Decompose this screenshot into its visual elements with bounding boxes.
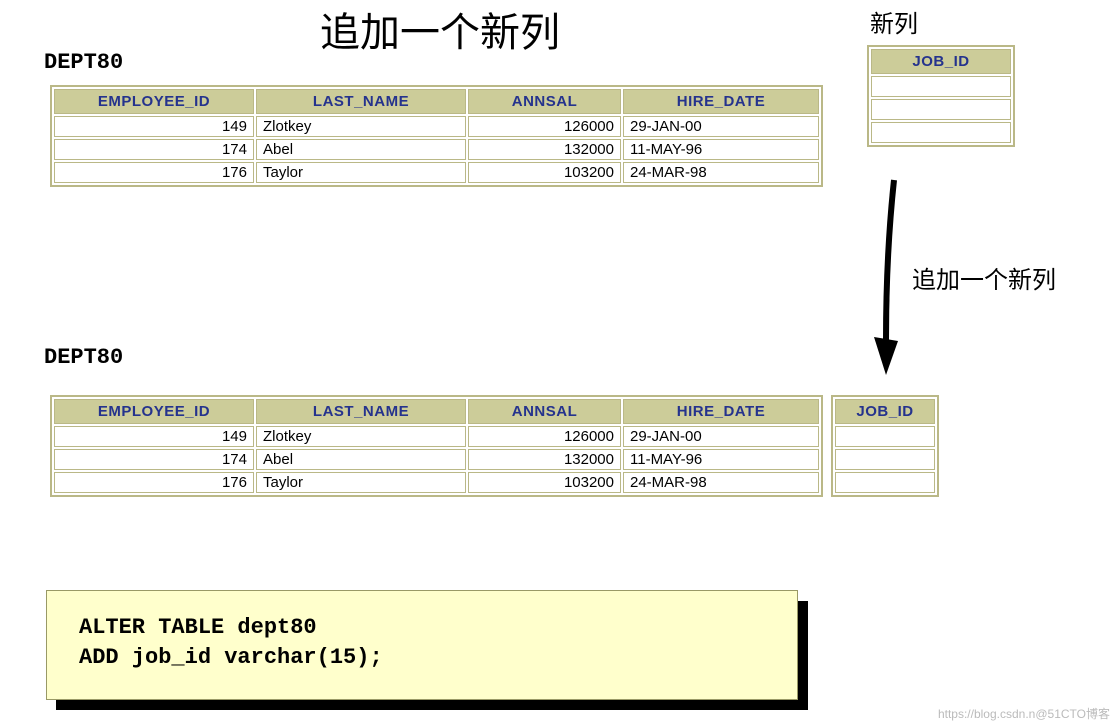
table-cell: 126000 bbox=[468, 116, 621, 137]
col-header-jobid: JOB_ID bbox=[835, 399, 935, 424]
table-cell: 176 bbox=[54, 472, 254, 493]
col-header-employee-id: EMPLOYEE_ID bbox=[54, 399, 254, 424]
sql-code-box: ALTER TABLE dept80 ADD job_id varchar(15… bbox=[46, 590, 798, 700]
page-title: 追加一个新列 bbox=[320, 0, 560, 58]
table-cell: Zlotkey bbox=[256, 426, 466, 447]
table-cell: 103200 bbox=[468, 162, 621, 183]
table-cell bbox=[871, 122, 1011, 143]
table-name-label-top: DEPT80 bbox=[44, 50, 123, 75]
new-column-label-top: 新列 bbox=[870, 4, 918, 39]
table-row: 174 Abel 132000 11-MAY-96 bbox=[54, 139, 819, 160]
table-name-label-bottom: DEPT80 bbox=[44, 345, 123, 370]
jobid-table-top: JOB_ID bbox=[867, 45, 1015, 147]
col-header-last-name: LAST_NAME bbox=[256, 89, 466, 114]
table-cell: 24-MAR-98 bbox=[623, 162, 819, 183]
table-row: 176 Taylor 103200 24-MAR-98 bbox=[54, 472, 819, 493]
table-cell: 132000 bbox=[468, 139, 621, 160]
col-header-employee-id: EMPLOYEE_ID bbox=[54, 89, 254, 114]
table-cell bbox=[835, 449, 935, 470]
table-cell: 126000 bbox=[468, 426, 621, 447]
table-row: 149 Zlotkey 126000 29-JAN-00 bbox=[54, 116, 819, 137]
table-row: 174 Abel 132000 11-MAY-96 bbox=[54, 449, 819, 470]
table-cell bbox=[871, 76, 1011, 97]
table-cell: 11-MAY-96 bbox=[623, 449, 819, 470]
table-cell: 149 bbox=[54, 426, 254, 447]
table-cell bbox=[835, 426, 935, 447]
arrow-label: 追加一个新列 bbox=[912, 260, 1056, 295]
table-cell: 24-MAR-98 bbox=[623, 472, 819, 493]
table-cell: Abel bbox=[256, 449, 466, 470]
col-header-annsal: ANNSAL bbox=[468, 89, 621, 114]
table-cell bbox=[835, 472, 935, 493]
table-cell: Taylor bbox=[256, 162, 466, 183]
col-header-hire-date: HIRE_DATE bbox=[623, 89, 819, 114]
table-cell: Taylor bbox=[256, 472, 466, 493]
table-cell bbox=[871, 99, 1011, 120]
table-cell: 174 bbox=[54, 139, 254, 160]
table-cell: 174 bbox=[54, 449, 254, 470]
table-cell: 29-JAN-00 bbox=[623, 426, 819, 447]
table-cell: 132000 bbox=[468, 449, 621, 470]
table-cell: 176 bbox=[54, 162, 254, 183]
col-header-hire-date: HIRE_DATE bbox=[623, 399, 819, 424]
table-cell: Abel bbox=[256, 139, 466, 160]
col-header-jobid: JOB_ID bbox=[871, 49, 1011, 74]
jobid-table-bottom: JOB_ID bbox=[831, 395, 939, 497]
watermark: https://blog.csdn.n@51CTO博客 bbox=[938, 705, 1110, 722]
table-cell: Zlotkey bbox=[256, 116, 466, 137]
table-cell: 149 bbox=[54, 116, 254, 137]
table-cell: 103200 bbox=[468, 472, 621, 493]
table-row: 149 Zlotkey 126000 29-JAN-00 bbox=[54, 426, 819, 447]
table-cell: 11-MAY-96 bbox=[623, 139, 819, 160]
dept80-table-top: EMPLOYEE_ID LAST_NAME ANNSAL HIRE_DATE 1… bbox=[50, 85, 823, 187]
table-row: 176 Taylor 103200 24-MAR-98 bbox=[54, 162, 819, 183]
col-header-last-name: LAST_NAME bbox=[256, 399, 466, 424]
table-cell: 29-JAN-00 bbox=[623, 116, 819, 137]
dept80-table-bottom: EMPLOYEE_ID LAST_NAME ANNSAL HIRE_DATE 1… bbox=[50, 395, 823, 497]
col-header-annsal: ANNSAL bbox=[468, 399, 621, 424]
